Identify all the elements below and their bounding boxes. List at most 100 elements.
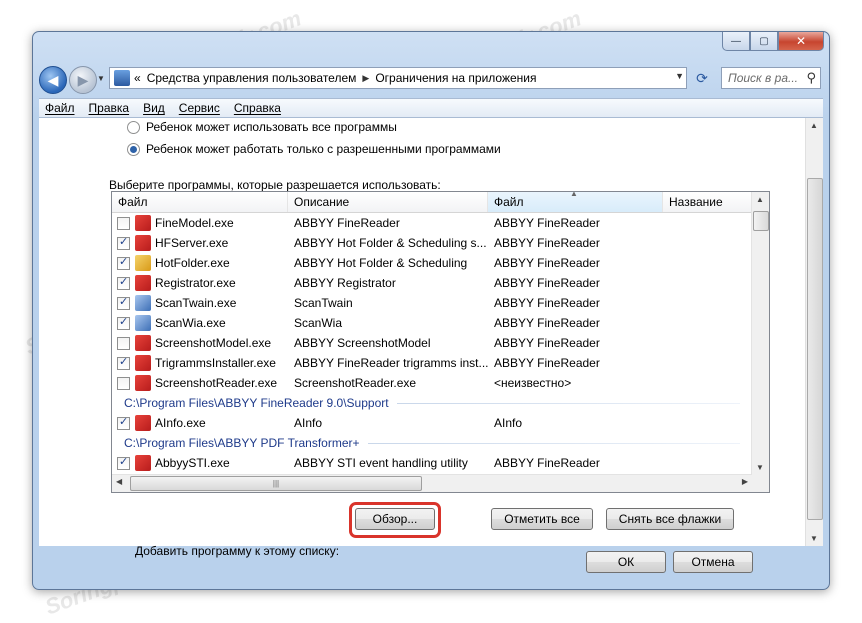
group-divider bbox=[367, 442, 740, 444]
list-item[interactable]: ScanWia.exe ScanWia ABBYY FineReader bbox=[112, 313, 752, 333]
list-item[interactable]: TrigrammsInstaller.exe ABBYY FineReader t… bbox=[112, 353, 752, 373]
row-checkbox[interactable] bbox=[117, 415, 130, 430]
column-name[interactable]: Название bbox=[663, 192, 752, 212]
menu-view[interactable]: Вид bbox=[143, 101, 165, 115]
list-item[interactable]: Registrator.exe ABBYY Registrator ABBYY Fi… bbox=[112, 273, 752, 293]
row-checkbox[interactable] bbox=[117, 235, 130, 250]
list-item[interactable]: HFServer.exe ABBYY Hot Folder & Schedulin… bbox=[112, 233, 752, 253]
file-name: ScreenshotModel.exe bbox=[155, 336, 272, 350]
row-checkbox[interactable] bbox=[117, 315, 130, 330]
row-checkbox[interactable] bbox=[117, 295, 130, 310]
content-vertical-scrollbar[interactable]: ▲ ▼ bbox=[805, 118, 823, 546]
app-icon bbox=[135, 215, 151, 231]
navigation-bar: ◀ ▶ ▼ « Средства управления пользователе… bbox=[39, 64, 823, 94]
scroll-up-icon[interactable]: ▲ bbox=[810, 121, 818, 130]
column-file[interactable]: Файл bbox=[112, 192, 288, 212]
refresh-icon[interactable]: ⟳ bbox=[691, 67, 713, 89]
scroll-right-icon[interactable]: ▶ bbox=[742, 477, 748, 486]
list-item[interactable]: HotFolder.exe ABBYY Hot Folder & Scheduli… bbox=[112, 253, 752, 273]
menu-help[interactable]: Справка bbox=[234, 101, 281, 115]
list-vertical-thumb[interactable] bbox=[753, 211, 769, 231]
search-icon[interactable]: ⚲ bbox=[806, 70, 816, 86]
search-input[interactable]: Поиск в ра... ⚲ bbox=[721, 67, 821, 89]
ok-button[interactable]: ОК bbox=[586, 551, 666, 573]
radio-allow-all[interactable]: Ребенок может использовать все программы bbox=[127, 120, 397, 134]
forward-button[interactable]: ▶ bbox=[69, 66, 97, 94]
column-product[interactable]: ▲ Файл bbox=[488, 192, 663, 212]
list-item[interactable]: ScreenshotReader.exe ScreenshotReader.exe… bbox=[112, 373, 752, 393]
row-checkbox[interactable] bbox=[117, 275, 130, 290]
cell-product: ABBYY FineReader bbox=[494, 216, 600, 230]
column-product-label: Файл bbox=[494, 195, 524, 209]
file-name: ScanWia.exe bbox=[155, 316, 226, 330]
breadcrumb-prefix[interactable]: « bbox=[134, 71, 141, 85]
group-divider bbox=[396, 402, 740, 404]
file-name: HotFolder.exe bbox=[155, 256, 230, 270]
radio-allowed-only[interactable]: Ребенок может работать только с разрешен… bbox=[127, 142, 501, 156]
radio-allowed-only-control[interactable] bbox=[127, 142, 140, 156]
group-header: C:\Program Files\ABBYY FineReader 9.0\Su… bbox=[112, 393, 752, 413]
list-prompt: Выберите программы, которые разрешается … bbox=[109, 178, 441, 192]
list-item[interactable]: ScanTwain.exe ScanTwain ABBYY FineReader bbox=[112, 293, 752, 313]
highlight-annotation bbox=[349, 502, 441, 538]
cell-product: AInfo bbox=[494, 416, 523, 430]
list-horizontal-scrollbar[interactable]: ◀ ||| ▶ bbox=[112, 474, 752, 492]
cell-product: ABBYY FineReader bbox=[494, 236, 600, 250]
cell-product: ABBYY FineReader bbox=[494, 296, 600, 310]
menu-tools[interactable]: Сервис bbox=[179, 101, 220, 115]
uncheck-all-button[interactable]: Снять все флажки bbox=[606, 508, 734, 530]
folder-app-icon bbox=[135, 255, 151, 271]
cell-description: ABBYY Registrator bbox=[294, 276, 396, 290]
scanner-icon bbox=[135, 295, 151, 311]
cancel-button[interactable]: Отмена bbox=[673, 551, 753, 573]
cell-product: ABBYY FineReader bbox=[494, 276, 600, 290]
address-dropdown-icon[interactable]: ▼ bbox=[675, 71, 684, 81]
list-item[interactable]: AbbyySTI.exe ABBYY STI event handling uti… bbox=[112, 453, 752, 473]
search-placeholder: Поиск в ра... bbox=[728, 71, 798, 85]
file-name: Registrator.exe bbox=[155, 276, 236, 290]
radio-allow-all-control[interactable] bbox=[127, 120, 140, 134]
row-checkbox[interactable] bbox=[117, 216, 130, 230]
menu-edit[interactable]: Правка bbox=[89, 101, 130, 115]
cell-file: AInfo.exe bbox=[112, 415, 288, 431]
row-checkbox[interactable] bbox=[117, 355, 130, 370]
scroll-up-icon[interactable]: ▲ bbox=[756, 195, 764, 204]
list-body: FineModel.exe ABBYY FineReader ABBYY FineR… bbox=[112, 213, 752, 473]
close-button[interactable]: ✕ bbox=[778, 32, 824, 51]
cell-file: ScanTwain.exe bbox=[112, 295, 288, 311]
list-item[interactable]: ScreenshotModel.exe ABBYY ScreenshotModel… bbox=[112, 333, 752, 353]
row-checkbox[interactable] bbox=[117, 455, 130, 470]
row-checkbox[interactable] bbox=[117, 336, 130, 350]
check-all-button[interactable]: Отметить все bbox=[491, 508, 593, 530]
radio-allow-all-label: Ребенок может использовать все программы bbox=[146, 120, 397, 134]
file-name: ScreenshotReader.exe bbox=[155, 376, 278, 390]
scroll-left-icon[interactable]: ◀ bbox=[116, 477, 122, 486]
list-vertical-scrollbar[interactable]: ▲ ▼ bbox=[751, 192, 769, 475]
menu-file[interactable]: Файл bbox=[45, 101, 75, 115]
breadcrumb-user-controls[interactable]: Средства управления пользователем bbox=[147, 71, 357, 85]
scroll-down-icon[interactable]: ▼ bbox=[810, 534, 818, 543]
list-header: Файл Описание ▲ Файл Название bbox=[112, 192, 752, 213]
control-panel-icon bbox=[114, 70, 130, 86]
row-checkbox[interactable] bbox=[117, 255, 130, 270]
list-item[interactable]: FineModel.exe ABBYY FineReader ABBYY FineR… bbox=[112, 213, 752, 233]
program-list[interactable]: Файл Описание ▲ Файл Название FineModel.… bbox=[111, 191, 770, 493]
group-header: C:\Program Files\ABBYY PDF Transformer+ bbox=[112, 433, 752, 453]
breadcrumb-app-restrictions[interactable]: Ограничения на приложения bbox=[375, 71, 536, 85]
column-description[interactable]: Описание bbox=[288, 192, 488, 212]
cell-product: ABBYY FineReader bbox=[494, 336, 600, 350]
scroll-down-icon[interactable]: ▼ bbox=[756, 463, 764, 472]
list-horizontal-thumb[interactable]: ||| bbox=[130, 476, 422, 491]
history-dropdown-icon[interactable]: ▼ bbox=[97, 74, 105, 83]
file-name: AInfo.exe bbox=[155, 416, 206, 430]
list-item[interactable]: AInfo.exe AInfo AInfo bbox=[112, 413, 752, 433]
maximize-button[interactable]: ▢ bbox=[750, 32, 778, 51]
row-checkbox[interactable] bbox=[117, 376, 130, 390]
address-bar[interactable]: « Средства управления пользователем ▶ Ог… bbox=[109, 67, 687, 89]
cell-product: ABBYY FineReader bbox=[494, 356, 600, 370]
minimize-button[interactable]: — bbox=[722, 32, 750, 51]
breadcrumb-separator-icon[interactable]: ▶ bbox=[362, 73, 369, 84]
cell-description: ScanTwain bbox=[294, 296, 353, 310]
content-vertical-thumb[interactable] bbox=[807, 178, 823, 520]
back-button[interactable]: ◀ bbox=[39, 66, 67, 94]
